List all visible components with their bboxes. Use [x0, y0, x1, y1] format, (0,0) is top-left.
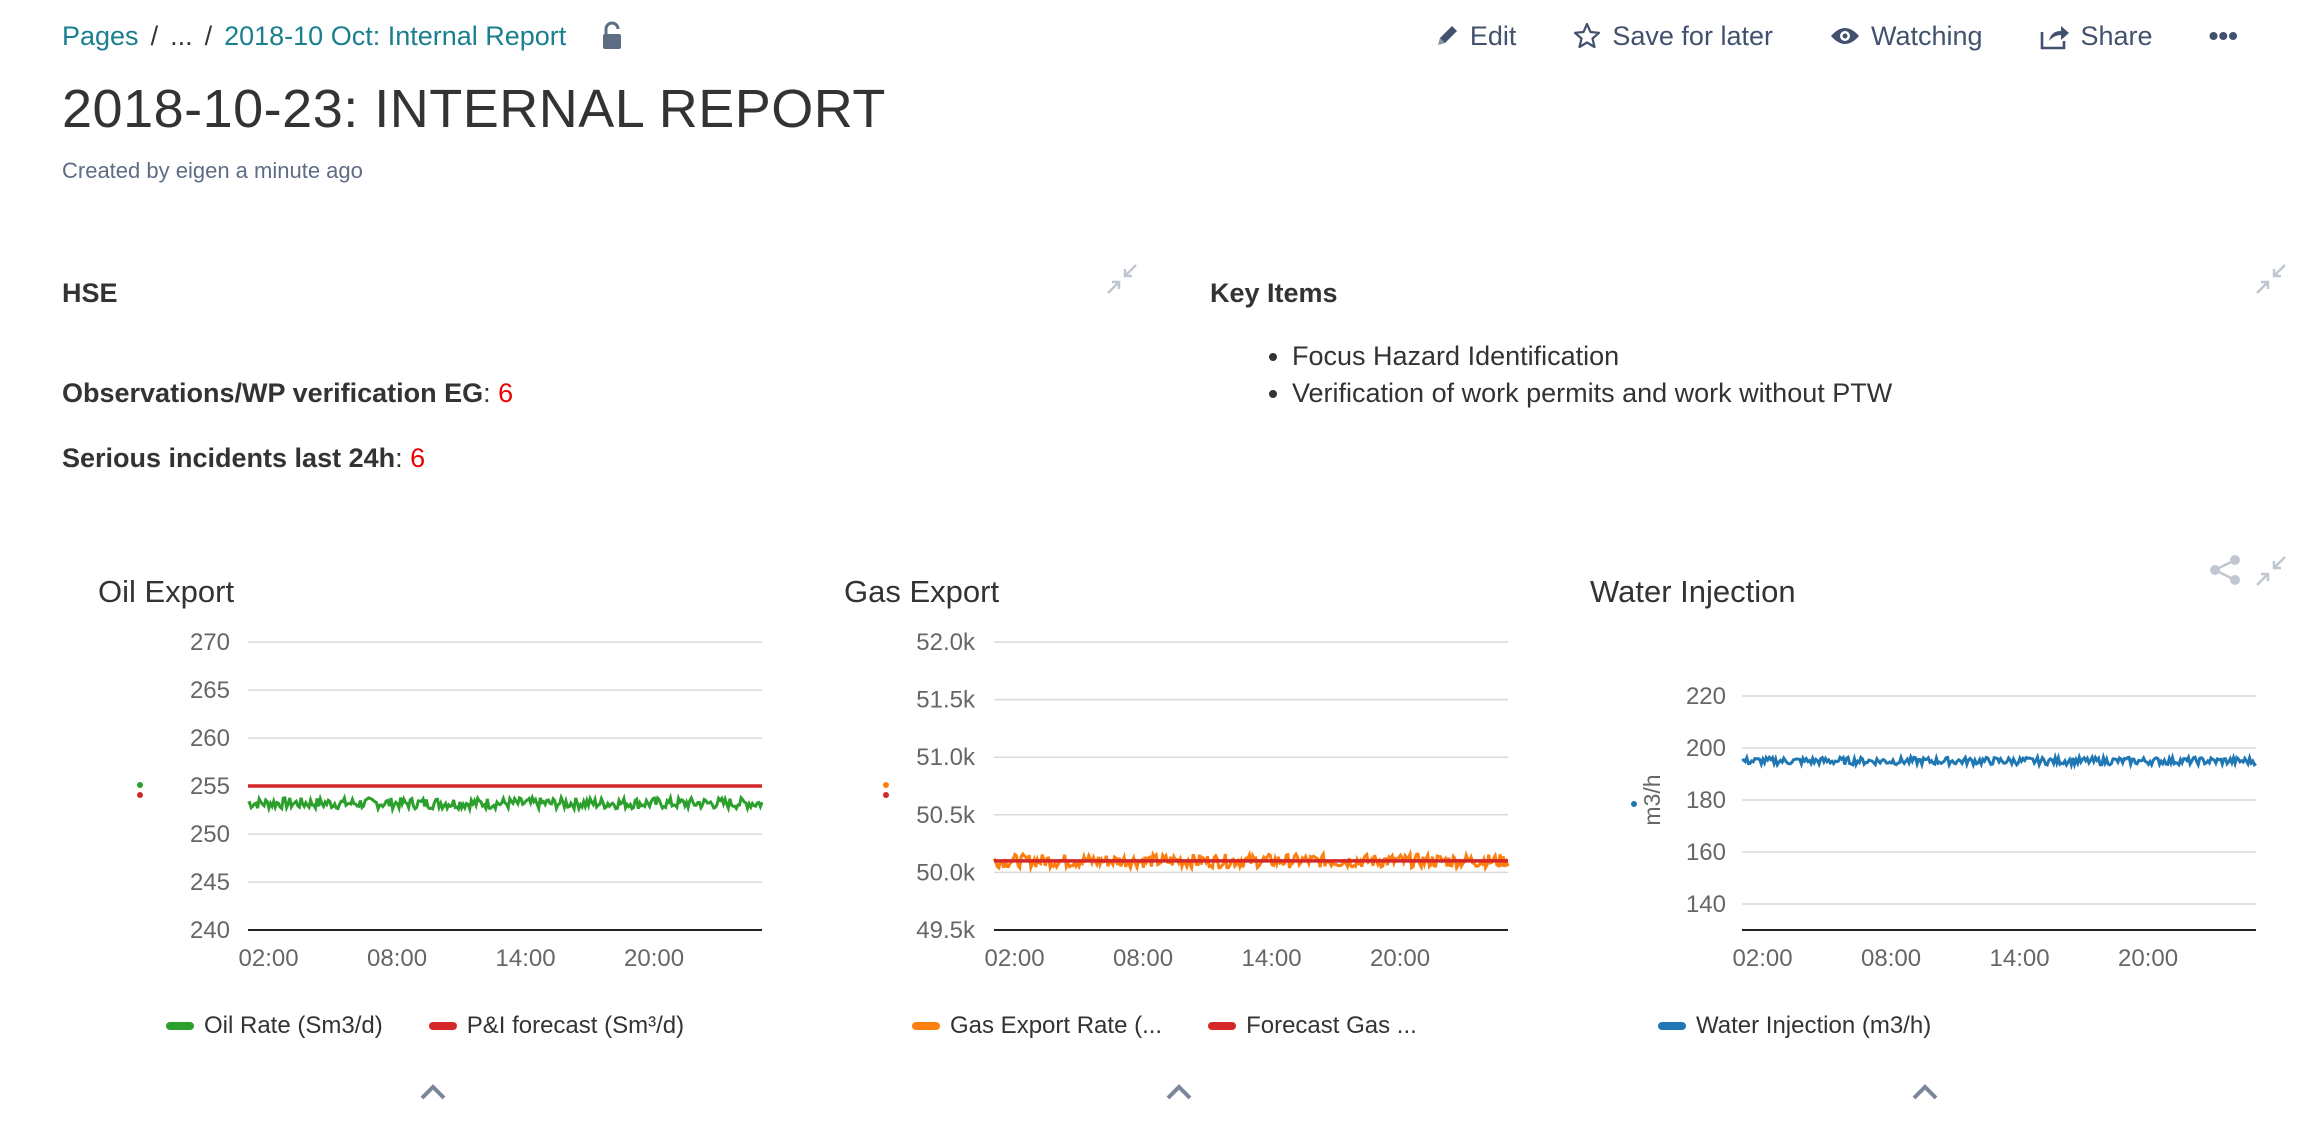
series-marker-dot [883, 792, 889, 798]
chevron-up-icon[interactable] [1910, 1082, 1940, 1107]
y-tick-label: 52.0k [916, 629, 976, 656]
x-tick-label: 20:00 [624, 945, 684, 972]
x-tick-label: 02:00 [239, 945, 299, 972]
series-marker-dot [1631, 801, 1637, 807]
y-tick-label: 270 [190, 629, 230, 656]
x-tick-label: 14:00 [1990, 945, 2050, 972]
y-tick-label: 200 [1686, 735, 1726, 762]
x-tick-label: 02:00 [1733, 945, 1793, 972]
series-line [1741, 751, 2257, 771]
legend-item-water-injection[interactable]: Water Injection (m3/h) [1658, 1012, 1931, 1040]
y-tick-label: 255 [190, 773, 230, 800]
y-tick-label: 245 [190, 869, 230, 896]
oil-export-legend: Oil Rate (Sm3/d) P&I forecast (Sm³/d) [166, 1012, 730, 1040]
x-tick-label: 08:00 [367, 945, 427, 972]
y-tick-label: 265 [190, 677, 230, 704]
legend-label: Gas Export Rate (... [950, 1012, 1163, 1039]
legend-label: P&I forecast (Sm³/d) [466, 1012, 685, 1039]
x-tick-label: 20:00 [1370, 945, 1430, 972]
legend-swatch [428, 1022, 457, 1030]
chevron-up-icon[interactable] [1164, 1082, 1194, 1107]
y-tick-label: 50.5k [916, 802, 976, 829]
series-marker-dot [883, 782, 889, 788]
y-tick-label: 51.0k [916, 744, 976, 771]
legend-label: Oil Rate (Sm3/d) [204, 1012, 383, 1039]
water-injection-legend: Water Injection (m3/h) [1658, 1012, 1977, 1040]
legend-swatch [166, 1022, 194, 1030]
oil-export-chart: 270 265 260 255 250 245 240 02:00 08:00 14:00 20:0… [137, 629, 2257, 972]
x-tick-label: 14:00 [496, 945, 556, 972]
chart-title-gas-export: Gas Export [844, 574, 1000, 609]
y-tick-label: 49.5k [916, 917, 976, 944]
legend-item-gas-export-rate[interactable]: Gas Export Rate (... [912, 1012, 1162, 1040]
legend-item-pi-forecast[interactable]: P&I forecast (Sm³/d) [428, 1012, 685, 1040]
legend-item-forecast-gas[interactable]: Forecast Gas ... [1208, 1012, 1417, 1040]
y-tick-label: 240 [190, 917, 230, 944]
series-marker-dot [137, 782, 143, 788]
y-tick-label: 260 [190, 725, 230, 752]
x-tick-label: 08:00 [1861, 945, 1921, 972]
y-tick-label: 50.0k [916, 859, 976, 886]
legend-swatch [1658, 1022, 1686, 1030]
x-tick-label: 02:00 [985, 945, 1045, 972]
y-tick-label: 220 [1686, 683, 1726, 710]
chevron-up-icon[interactable] [418, 1082, 448, 1107]
y-axis-label: m3/h [1639, 774, 1665, 825]
y-tick-label: 250 [190, 821, 230, 848]
y-tick-label: 51.5k [916, 687, 976, 714]
legend-swatch [912, 1022, 940, 1030]
y-tick-label: 140 [1686, 891, 1726, 918]
legend-label: Water Injection (m3/h) [1696, 1012, 1932, 1039]
chart-title-water-injection: Water Injection [1590, 574, 1796, 609]
y-tick-label: 160 [1686, 839, 1726, 866]
x-tick-label: 20:00 [2118, 945, 2178, 972]
series-marker-dot [137, 792, 143, 798]
x-tick-label: 08:00 [1113, 945, 1173, 972]
y-tick-label: 180 [1686, 787, 1726, 814]
legend-item-oil-rate[interactable]: Oil Rate (Sm3/d) [166, 1012, 383, 1040]
gas-export-legend: Gas Export Rate (... Forecast Gas ... [912, 1012, 1463, 1040]
x-tick-label: 14:00 [1242, 945, 1302, 972]
legend-swatch [1208, 1022, 1237, 1030]
legend-label: Forecast Gas ... [1246, 1012, 1417, 1039]
series-line [247, 792, 764, 815]
